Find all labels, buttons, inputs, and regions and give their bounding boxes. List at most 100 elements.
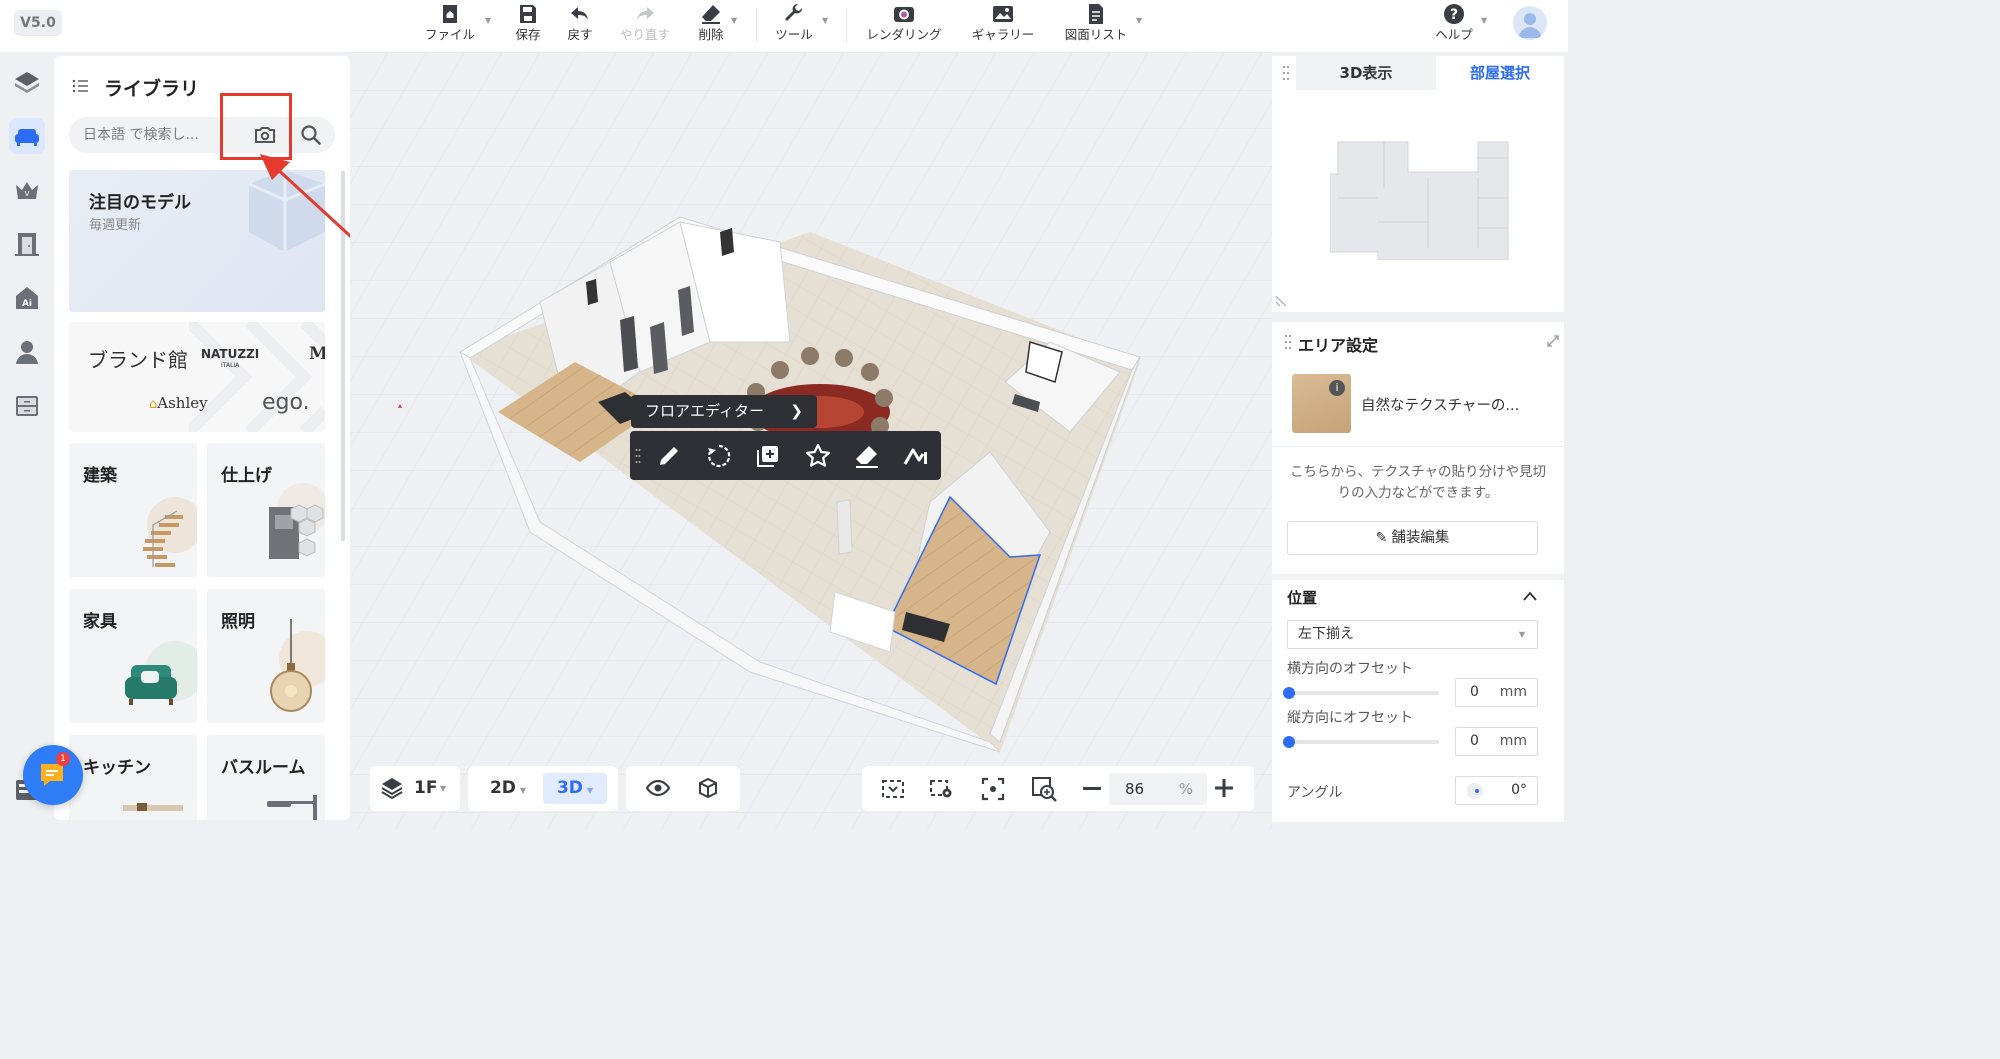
drag-handle-icon[interactable] xyxy=(635,448,641,464)
search-icon[interactable] xyxy=(299,123,323,147)
rail-library[interactable] xyxy=(9,118,45,154)
help-button[interactable]: ? ヘルプ xyxy=(1432,2,1476,48)
redo-label: やり直す xyxy=(619,27,670,42)
rail-ai-design[interactable]: Ai xyxy=(9,280,45,316)
rail-doors[interactable] xyxy=(9,226,45,262)
category-architecture[interactable]: 建築 xyxy=(69,443,197,577)
floor-dropdown-icon: ▼ xyxy=(440,784,447,793)
focus-target-icon[interactable] xyxy=(980,776,1006,802)
sofa-icon xyxy=(15,129,39,146)
resize-corner-icon[interactable] xyxy=(1274,292,1290,308)
chat-support-button[interactable]: 1 xyxy=(23,745,83,805)
tools-menu-button[interactable]: ツール xyxy=(770,2,818,48)
list-menu-icon[interactable] xyxy=(72,78,90,94)
category-finishes[interactable]: 仕上げ xyxy=(207,443,325,577)
drawing-list-button[interactable]: 図面リスト xyxy=(1060,2,1132,48)
brand-diamond-pattern xyxy=(189,322,325,432)
tab-3d-view[interactable]: 3D表示 xyxy=(1296,56,1436,90)
fit-view-icon[interactable] xyxy=(880,776,906,802)
redo-button[interactable]: やり直す xyxy=(614,2,676,48)
drag-handle-icon[interactable] xyxy=(1284,334,1292,350)
featured-title: 注目のモデル xyxy=(89,193,191,213)
tab-room-select[interactable]: 部屋選択 xyxy=(1436,56,1564,90)
v-offset-value: 0 xyxy=(1470,733,1479,749)
h-offset-input[interactable]: 0 mm xyxy=(1455,678,1538,707)
slider-knob[interactable] xyxy=(1283,687,1295,699)
v-offset-unit: mm xyxy=(1499,733,1527,749)
mode-3d-dropdown-icon: ▼ xyxy=(586,786,594,795)
alignment-select[interactable]: 左下揃え ▼ xyxy=(1287,620,1538,649)
ai-house-icon: Ai xyxy=(16,287,38,309)
material-name: 自然なテクスチャーの... xyxy=(1361,398,1520,414)
h-offset-value: 0 xyxy=(1470,684,1479,700)
zoom-out-icon[interactable] xyxy=(1082,778,1102,798)
file-dropdown-icon[interactable]: ▼ xyxy=(485,16,491,25)
drag-handle-icon[interactable] xyxy=(1282,65,1290,81)
h-offset-slider[interactable] xyxy=(1283,687,1439,699)
floor-editor-link[interactable]: フロアエディター ❯ xyxy=(631,395,817,428)
file-menu-button[interactable]: ファイル xyxy=(420,2,480,48)
angle-input[interactable]: 0° xyxy=(1455,776,1538,805)
library-search xyxy=(69,117,335,153)
floor-selector[interactable]: 1F ▼ xyxy=(370,766,460,811)
library-search-input[interactable] xyxy=(83,124,233,146)
delete-button[interactable]: 削除 xyxy=(692,2,730,48)
display-options-group xyxy=(626,766,740,811)
material-row[interactable]: i 自然なテクスチャーの... xyxy=(1272,362,1564,446)
help-dropdown-icon[interactable]: ▼ xyxy=(1481,16,1487,25)
pencil-icon: ✎ xyxy=(1375,530,1388,546)
rail-my-space[interactable] xyxy=(9,334,45,370)
mode-2d-button[interactable]: 2D ▼ xyxy=(478,766,538,811)
chevron-up-icon[interactable] xyxy=(1522,590,1538,602)
zoom-unit: % xyxy=(1178,780,1193,798)
file-label: ファイル xyxy=(424,27,475,42)
view-settings-icon[interactable] xyxy=(928,776,954,802)
top-toolbar: V5.0 ファイル ▼ 保存 戻す やり直す 削除 ▼ ツール ▼ レンダリング… xyxy=(0,0,1568,52)
library-title: ライブラリ xyxy=(104,78,200,100)
ai-design-icon[interactable] xyxy=(902,442,930,470)
category-lighting[interactable]: 照明 xyxy=(207,589,325,723)
zoom-in-icon[interactable] xyxy=(1214,778,1234,798)
v-offset-input[interactable]: 0 mm xyxy=(1455,727,1538,756)
mode-3d-button[interactable]: 3D ▼ xyxy=(543,773,607,804)
star-favorite-icon[interactable] xyxy=(804,442,832,470)
undo-button[interactable]: 戻す xyxy=(560,2,600,48)
divider xyxy=(1272,446,1564,447)
category-bathroom[interactable]: バスルーム xyxy=(207,735,325,820)
category-furniture[interactable]: 家具 xyxy=(69,589,197,723)
duplicate-icon[interactable] xyxy=(754,442,782,470)
angle-dial-icon[interactable] xyxy=(1466,782,1484,800)
pave-edit-button[interactable]: ✎ 舗装編集 xyxy=(1287,521,1538,555)
slider-knob[interactable] xyxy=(1283,736,1295,748)
brand-hall-card[interactable]: ブランド館 NATUZZI ITALIA M ⌂Ashley ego. xyxy=(69,322,325,432)
user-avatar[interactable] xyxy=(1513,6,1547,40)
category-kitchen[interactable]: キッチン xyxy=(69,735,197,820)
object-edit-toolbar xyxy=(630,431,941,480)
mode-2d-dropdown-icon: ▼ xyxy=(519,786,527,795)
floorplan-minimap[interactable] xyxy=(1330,138,1510,260)
pencil-edit-icon[interactable] xyxy=(655,442,683,470)
gallery-button[interactable]: ギャラリー xyxy=(966,2,1040,48)
rendering-button[interactable]: レンダリング xyxy=(860,2,948,48)
drawing-list-dropdown-icon[interactable]: ▼ xyxy=(1136,16,1142,25)
v-offset-slider[interactable] xyxy=(1283,736,1439,748)
svg-text:V: V xyxy=(25,190,30,198)
tools-dropdown-icon[interactable]: ▼ xyxy=(822,16,828,25)
angle-label: アングル xyxy=(1287,785,1343,801)
eye-visibility-icon[interactable] xyxy=(646,776,670,800)
rail-floorplan[interactable] xyxy=(9,64,45,100)
info-icon[interactable]: i xyxy=(1329,380,1345,396)
zoom-input[interactable]: 86 % xyxy=(1109,773,1207,805)
save-button[interactable]: 保存 xyxy=(508,2,548,48)
view-mode-group: 2D ▼ 3D ▼ xyxy=(468,766,618,811)
zoom-region-icon[interactable] xyxy=(1030,775,1058,803)
eraser-icon[interactable] xyxy=(853,442,881,470)
delete-dropdown-icon[interactable]: ▼ xyxy=(731,16,737,25)
cube-display-icon[interactable] xyxy=(696,776,720,800)
crown-icon: V xyxy=(16,182,38,199)
expand-icon[interactable] xyxy=(1546,334,1560,348)
rail-storage[interactable] xyxy=(9,388,45,424)
rotate-icon[interactable] xyxy=(705,442,733,470)
rail-premium[interactable]: V xyxy=(9,172,45,208)
person-icon xyxy=(16,341,38,364)
